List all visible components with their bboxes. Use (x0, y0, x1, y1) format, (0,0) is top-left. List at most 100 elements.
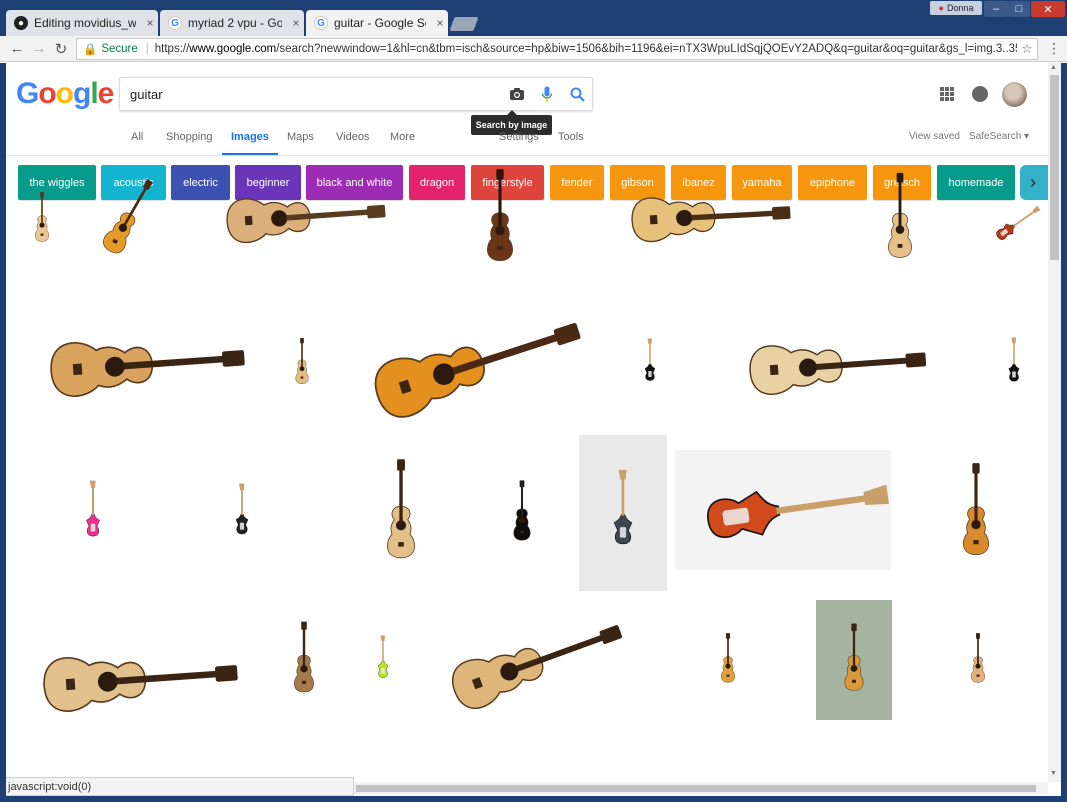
guitar-image (86, 480, 100, 537)
image-result-thumbnail[interactable] (816, 600, 892, 720)
guitar-image (707, 484, 890, 538)
view-saved-link[interactable]: View saved (909, 131, 960, 142)
maximize-button[interactable]: □ (1008, 1, 1030, 17)
guitar-image (387, 459, 415, 559)
logo-letter: G (16, 77, 39, 110)
guitar-image (613, 469, 633, 545)
guitar-image (996, 205, 1041, 240)
tab-tools[interactable]: Tools (558, 131, 584, 143)
guitar-image (513, 480, 531, 541)
safesearch-dropdown[interactable]: SafeSearch ▾ (969, 131, 1029, 142)
new-tab-button[interactable] (449, 17, 479, 31)
google-icon: G (314, 16, 328, 30)
image-result-thumbnail[interactable] (924, 435, 1028, 591)
tab-editing-movidius[interactable]: ● Editing movidius_wi × (6, 10, 158, 36)
image-result-thumbnail[interactable] (448, 147, 552, 291)
google-images-page: Google Search by image All Shopping Imag… (6, 63, 1048, 802)
browser-menu-icon[interactable]: ⋮ (1047, 40, 1061, 57)
secure-indicator[interactable]: 🔒 Secure | (77, 42, 155, 56)
logo-letter: g (73, 77, 91, 110)
browser-window: ● Editing movidius_wi × G myriad 2 vpu -… (0, 0, 1067, 802)
tab-myriad-2-vpu[interactable]: G myriad 2 vpu - Goo × (160, 10, 304, 36)
reload-button[interactable]: ↻ (50, 38, 72, 60)
image-result-thumbnail[interactable] (430, 608, 630, 720)
image-result-thumbnail[interactable] (985, 195, 1045, 255)
guitar-image (226, 198, 386, 244)
logo-letter: l (90, 77, 98, 110)
tab-videos[interactable]: Videos (336, 131, 369, 143)
guitar-image (487, 169, 513, 261)
logo-letter: o (38, 77, 56, 110)
tab-close-icon[interactable]: × (288, 16, 304, 30)
image-result-thumbnail[interactable] (579, 435, 667, 591)
image-result-thumbnail[interactable] (852, 147, 948, 291)
vertical-scrollbar-thumb[interactable] (1050, 75, 1059, 260)
image-result-thumbnail[interactable] (22, 620, 242, 740)
address-bar[interactable]: 🔒 Secure | https://www.google.com/search… (76, 38, 1038, 60)
image-result-thumbnail[interactable] (178, 172, 420, 262)
image-result-thumbnail[interactable] (14, 310, 264, 420)
image-result-thumbnail[interactable] (950, 600, 1006, 720)
tab-settings[interactable]: Settings (499, 131, 539, 143)
guitar-image (644, 338, 656, 381)
lock-icon: 🔒 (83, 44, 98, 56)
tab-guitar-google-search[interactable]: G guitar - Google Sea × (306, 10, 448, 36)
minimize-button[interactable]: – (984, 1, 1008, 17)
logo-letter: o (55, 77, 74, 110)
google-icon: G (168, 16, 182, 30)
tab-images[interactable]: Images (231, 131, 269, 143)
image-result-thumbnail[interactable] (358, 600, 408, 720)
browser-toolbar: ← → ↻ 🔒 Secure | https://www.google.com/… (0, 36, 1067, 62)
forward-button[interactable]: → (28, 38, 50, 60)
scroll-down-arrow-icon[interactable]: ▼ (1050, 770, 1057, 777)
image-result-thumbnail[interactable] (340, 306, 598, 426)
guitar-image (721, 633, 735, 683)
logo-letter: e (97, 77, 115, 110)
image-result-thumbnail[interactable] (212, 435, 272, 591)
guitar-image (50, 342, 245, 397)
tab-title: myriad 2 vpu - Goo (188, 16, 282, 30)
image-result-thumbnail[interactable] (700, 600, 756, 720)
avatar[interactable] (1002, 82, 1027, 107)
apps-grid-icon[interactable] (940, 87, 954, 101)
guitar-image (295, 338, 309, 384)
tab-close-icon[interactable]: × (142, 16, 158, 30)
tab-close-icon[interactable]: × (432, 16, 448, 30)
notifications-icon[interactable] (972, 86, 988, 102)
tab-all[interactable]: All (131, 131, 143, 143)
image-result-thumbnail[interactable] (82, 147, 174, 291)
image-result-thumbnail[interactable] (675, 450, 891, 570)
image-result-thumbnail[interactable] (488, 435, 556, 591)
horizontal-scrollbar-thumb[interactable] (356, 785, 1036, 792)
search-input[interactable] (120, 86, 502, 102)
image-result-thumbnail[interactable] (276, 300, 328, 426)
scroll-up-arrow-icon[interactable]: ▲ (1050, 64, 1057, 71)
image-result-thumbnail[interactable] (60, 435, 126, 591)
guitar-image (1008, 337, 1020, 382)
tab-maps[interactable]: Maps (287, 131, 314, 143)
image-result-thumbnail[interactable] (583, 172, 825, 262)
microphone-icon[interactable] (532, 79, 562, 109)
bookmark-star-icon[interactable]: ☆ (1017, 41, 1037, 57)
chevron-right-icon: › (1030, 172, 1036, 192)
camera-icon[interactable] (502, 79, 532, 109)
tab-title: guitar - Google Sea (334, 16, 426, 30)
tab-shopping[interactable]: Shopping (166, 131, 213, 143)
guitar-image (35, 192, 49, 242)
image-result-thumbnail[interactable] (14, 147, 70, 291)
image-result-thumbnail[interactable] (710, 316, 950, 416)
image-result-thumbnail[interactable] (264, 600, 344, 720)
close-window-button[interactable]: ✕ (1031, 1, 1065, 17)
secure-label: Secure (101, 43, 138, 55)
image-result-thumbnail[interactable] (345, 435, 457, 591)
url-text[interactable]: https://www.google.com/search?newwindow=… (155, 43, 1017, 55)
google-logo[interactable]: Google (16, 77, 115, 111)
search-icon[interactable] (562, 79, 592, 109)
image-result-thumbnail[interactable] (988, 300, 1040, 426)
back-button[interactable]: ← (6, 38, 28, 60)
tab-more[interactable]: More (390, 131, 415, 143)
profile-badge[interactable]: ● Donna (930, 1, 982, 15)
image-result-thumbnail[interactable] (625, 300, 675, 426)
guitar-image (43, 657, 238, 712)
divider: | (145, 43, 149, 55)
